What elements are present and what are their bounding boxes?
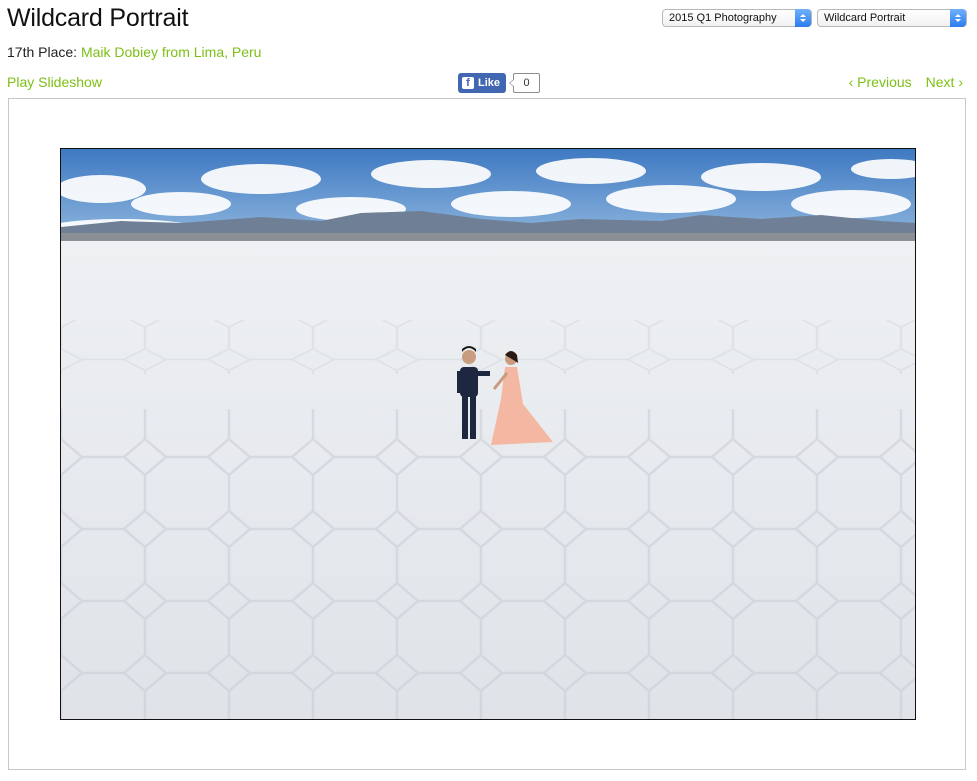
up-down-chevron-icon	[795, 9, 811, 27]
like-count: 0	[509, 73, 541, 93]
facebook-like-widget: f Like 0	[458, 73, 541, 93]
previous-link[interactable]: ‹ Previous	[849, 74, 912, 90]
salt-flat-photo-image	[61, 149, 915, 719]
facebook-f-icon: f	[462, 77, 474, 89]
next-link[interactable]: Next ›	[926, 74, 963, 90]
like-label: Like	[478, 77, 501, 89]
filter-selects: 2015 Q1 Photography Wildcard Portrait	[662, 9, 967, 27]
placement-line: 17th Place: Maik Dobiey from Lima, Peru	[7, 44, 261, 60]
play-slideshow-link[interactable]: Play Slideshow	[7, 74, 102, 90]
contest-select[interactable]: 2015 Q1 Photography	[662, 9, 812, 27]
page-title: Wildcard Portrait	[7, 4, 189, 32]
category-select[interactable]: Wildcard Portrait	[817, 9, 967, 27]
facebook-like-button[interactable]: f Like	[458, 73, 507, 93]
photo-navigation: ‹ Previous Next ›	[849, 74, 963, 90]
placement-label: 17th Place:	[7, 44, 78, 60]
photographer-link[interactable]: Maik Dobiey from Lima, Peru	[81, 44, 262, 60]
contest-select-value: 2015 Q1 Photography	[669, 12, 777, 24]
category-select-value: Wildcard Portrait	[824, 12, 906, 24]
contest-photo[interactable]	[60, 148, 916, 720]
up-down-chevron-icon	[950, 9, 966, 27]
